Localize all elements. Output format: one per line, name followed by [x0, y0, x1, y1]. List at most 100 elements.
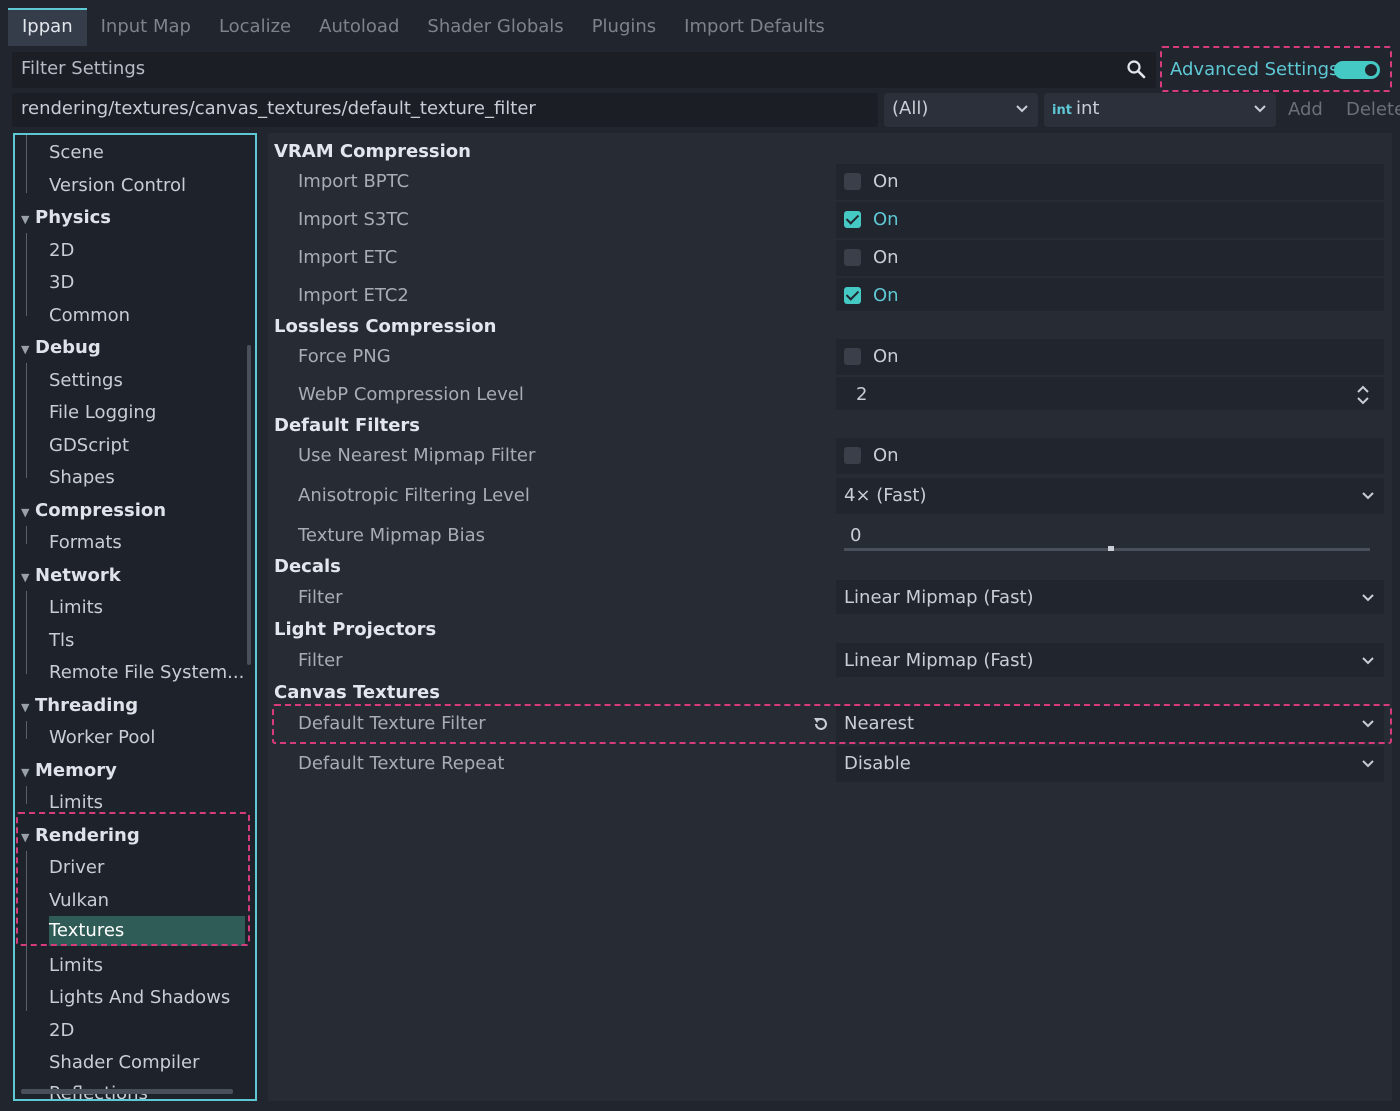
tree-item[interactable]: 3D [49, 268, 74, 298]
spinbox-field[interactable]: 2 [836, 377, 1384, 413]
tree-category-label: Debug [35, 337, 101, 358]
checkbox[interactable] [844, 173, 861, 190]
filter-settings-input[interactable]: Filter Settings [12, 52, 1156, 88]
property-row: Import S3TC On [274, 202, 1384, 238]
dropdown-field[interactable]: Linear Mipmap (Fast) [836, 643, 1384, 679]
checkbox-field[interactable]: On [836, 202, 1384, 238]
property-label: WebP Compression Level [298, 384, 524, 405]
checkbox[interactable] [844, 249, 861, 266]
property-row: Use Nearest Mipmap Filter On [274, 438, 1384, 474]
tree-item[interactable]: Scene [49, 138, 104, 168]
tab-shader-globals[interactable]: Shader Globals [413, 8, 577, 46]
chevron-down-icon [1362, 760, 1374, 768]
tab-input-map[interactable]: Input Map [87, 8, 205, 46]
tree-category[interactable]: ▼ Debug [21, 333, 101, 363]
tree-category[interactable]: ▼ Network [21, 561, 121, 591]
section-header: Light Projectors [274, 614, 1384, 646]
tree-item[interactable]: Shader Compiler [49, 1048, 200, 1078]
property-row: Filter Linear Mipmap (Fast) [274, 580, 1384, 616]
tree-horizontal-scrollbar[interactable] [21, 1089, 233, 1094]
settings-inspector: VRAM Compression Import BPTC On Import S… [268, 133, 1392, 1101]
feature-scope-value: (All) [892, 98, 929, 119]
property-type-select[interactable]: int int [1044, 93, 1276, 127]
tree-category-label: Physics [35, 207, 112, 228]
dropdown-value: 4× (Fast) [844, 485, 927, 506]
tree-item[interactable]: Tls [49, 626, 74, 656]
property-type-value: int [1075, 98, 1100, 119]
tree-item[interactable]: Lights And Shadows [49, 983, 230, 1013]
tree-item[interactable]: Settings [49, 366, 123, 396]
chevron-down-icon [1254, 105, 1266, 113]
slider-field[interactable]: 0 [836, 518, 1384, 554]
tree-category-label: Network [35, 565, 121, 586]
dropdown-value: Linear Mipmap (Fast) [844, 650, 1034, 671]
property-label: Anisotropic Filtering Level [298, 485, 530, 506]
dropdown-field[interactable]: 4× (Fast) [836, 478, 1384, 514]
tab-plugins[interactable]: Plugins [578, 8, 670, 46]
tree-category-label: Memory [35, 760, 117, 781]
dropdown-field[interactable]: Disable [836, 746, 1384, 782]
property-row: Import ETC On [274, 240, 1384, 276]
chevron-down-icon: ▼ [21, 571, 30, 584]
property-label: Default Texture Repeat [298, 753, 505, 774]
tree-item[interactable]: Shapes [49, 463, 115, 493]
settings-category-tree[interactable]: Scene Version Control ▼ Physics 2D 3D Com… [13, 133, 257, 1101]
tree-category[interactable]: ▼ Memory [21, 756, 117, 786]
tree-item[interactable]: File Logging [49, 398, 156, 428]
property-path-text: rendering/textures/canvas_textures/defau… [21, 98, 536, 119]
tree-item[interactable]: Remote File System... [49, 658, 244, 688]
checkbox-field[interactable]: On [836, 240, 1384, 276]
property-row: Filter Linear Mipmap (Fast) [274, 643, 1384, 679]
property-row: Force PNG On [274, 339, 1384, 375]
chevron-down-icon [1362, 492, 1374, 500]
checkbox[interactable] [844, 211, 861, 228]
tree-category[interactable]: ▼ Physics [21, 203, 111, 233]
tree-item[interactable]: Common [49, 301, 130, 331]
dropdown-field[interactable]: Linear Mipmap (Fast) [836, 580, 1384, 616]
add-button[interactable]: Add [1288, 99, 1323, 120]
chevron-down-icon [1362, 657, 1374, 665]
checkbox[interactable] [844, 447, 861, 464]
property-path-input[interactable]: rendering/textures/canvas_textures/defau… [12, 93, 878, 127]
chevron-down-icon: ▼ [21, 506, 30, 519]
tab-localization[interactable]: Localize [205, 8, 305, 46]
chevron-down-icon: ▼ [21, 701, 30, 714]
dropdown-value: Disable [844, 753, 911, 774]
tree-item[interactable]: Limits [49, 593, 103, 623]
tree-item[interactable]: Version Control [49, 171, 186, 201]
checkbox-field[interactable]: On [836, 278, 1384, 314]
tree-item[interactable]: Worker Pool [49, 723, 155, 753]
advanced-settings-switch[interactable] [1334, 61, 1380, 79]
property-label: Force PNG [298, 346, 391, 367]
tree-category-label: Compression [35, 500, 167, 521]
property-label: Import ETC [298, 247, 398, 268]
tree-item[interactable]: 2D [49, 1016, 74, 1046]
advanced-settings-toggle-area[interactable]: Advanced Settings [1160, 46, 1392, 92]
checkbox-field[interactable]: On [836, 164, 1384, 200]
tab-import-defaults[interactable]: Import Defaults [670, 8, 839, 46]
tree-item[interactable]: GDScript [49, 431, 129, 461]
property-row: Anisotropic Filtering Level 4× (Fast) [274, 478, 1384, 514]
tree-item[interactable]: Formats [49, 528, 122, 558]
tree-category[interactable]: ▼ Compression [21, 496, 166, 526]
chevron-down-icon: ▼ [21, 766, 30, 779]
checkbox-label: On [873, 285, 899, 306]
delete-button[interactable]: Delete [1346, 99, 1400, 120]
property-label: Import ETC2 [298, 285, 409, 306]
checkbox-label: On [873, 445, 899, 466]
tree-item[interactable]: 2D [49, 236, 74, 266]
tab-general[interactable]: Ippan [8, 8, 87, 46]
spinbox-value: 2 [856, 384, 868, 405]
feature-scope-select[interactable]: (All) [884, 93, 1038, 127]
tab-autoload[interactable]: Autoload [305, 8, 413, 46]
tree-vertical-scrollbar[interactable] [247, 345, 251, 665]
settings-tabs: Ippan Input Map Localize Autoload Shader… [8, 8, 839, 46]
checkbox[interactable] [844, 348, 861, 365]
property-label: Import S3TC [298, 209, 409, 230]
checkbox-field[interactable]: On [836, 339, 1384, 375]
tree-item[interactable]: Limits [49, 951, 103, 981]
tree-category[interactable]: ▼ Threading [21, 691, 138, 721]
checkbox-field[interactable]: On [836, 438, 1384, 474]
checkbox[interactable] [844, 287, 861, 304]
spinner-arrows-icon[interactable] [1356, 385, 1370, 405]
